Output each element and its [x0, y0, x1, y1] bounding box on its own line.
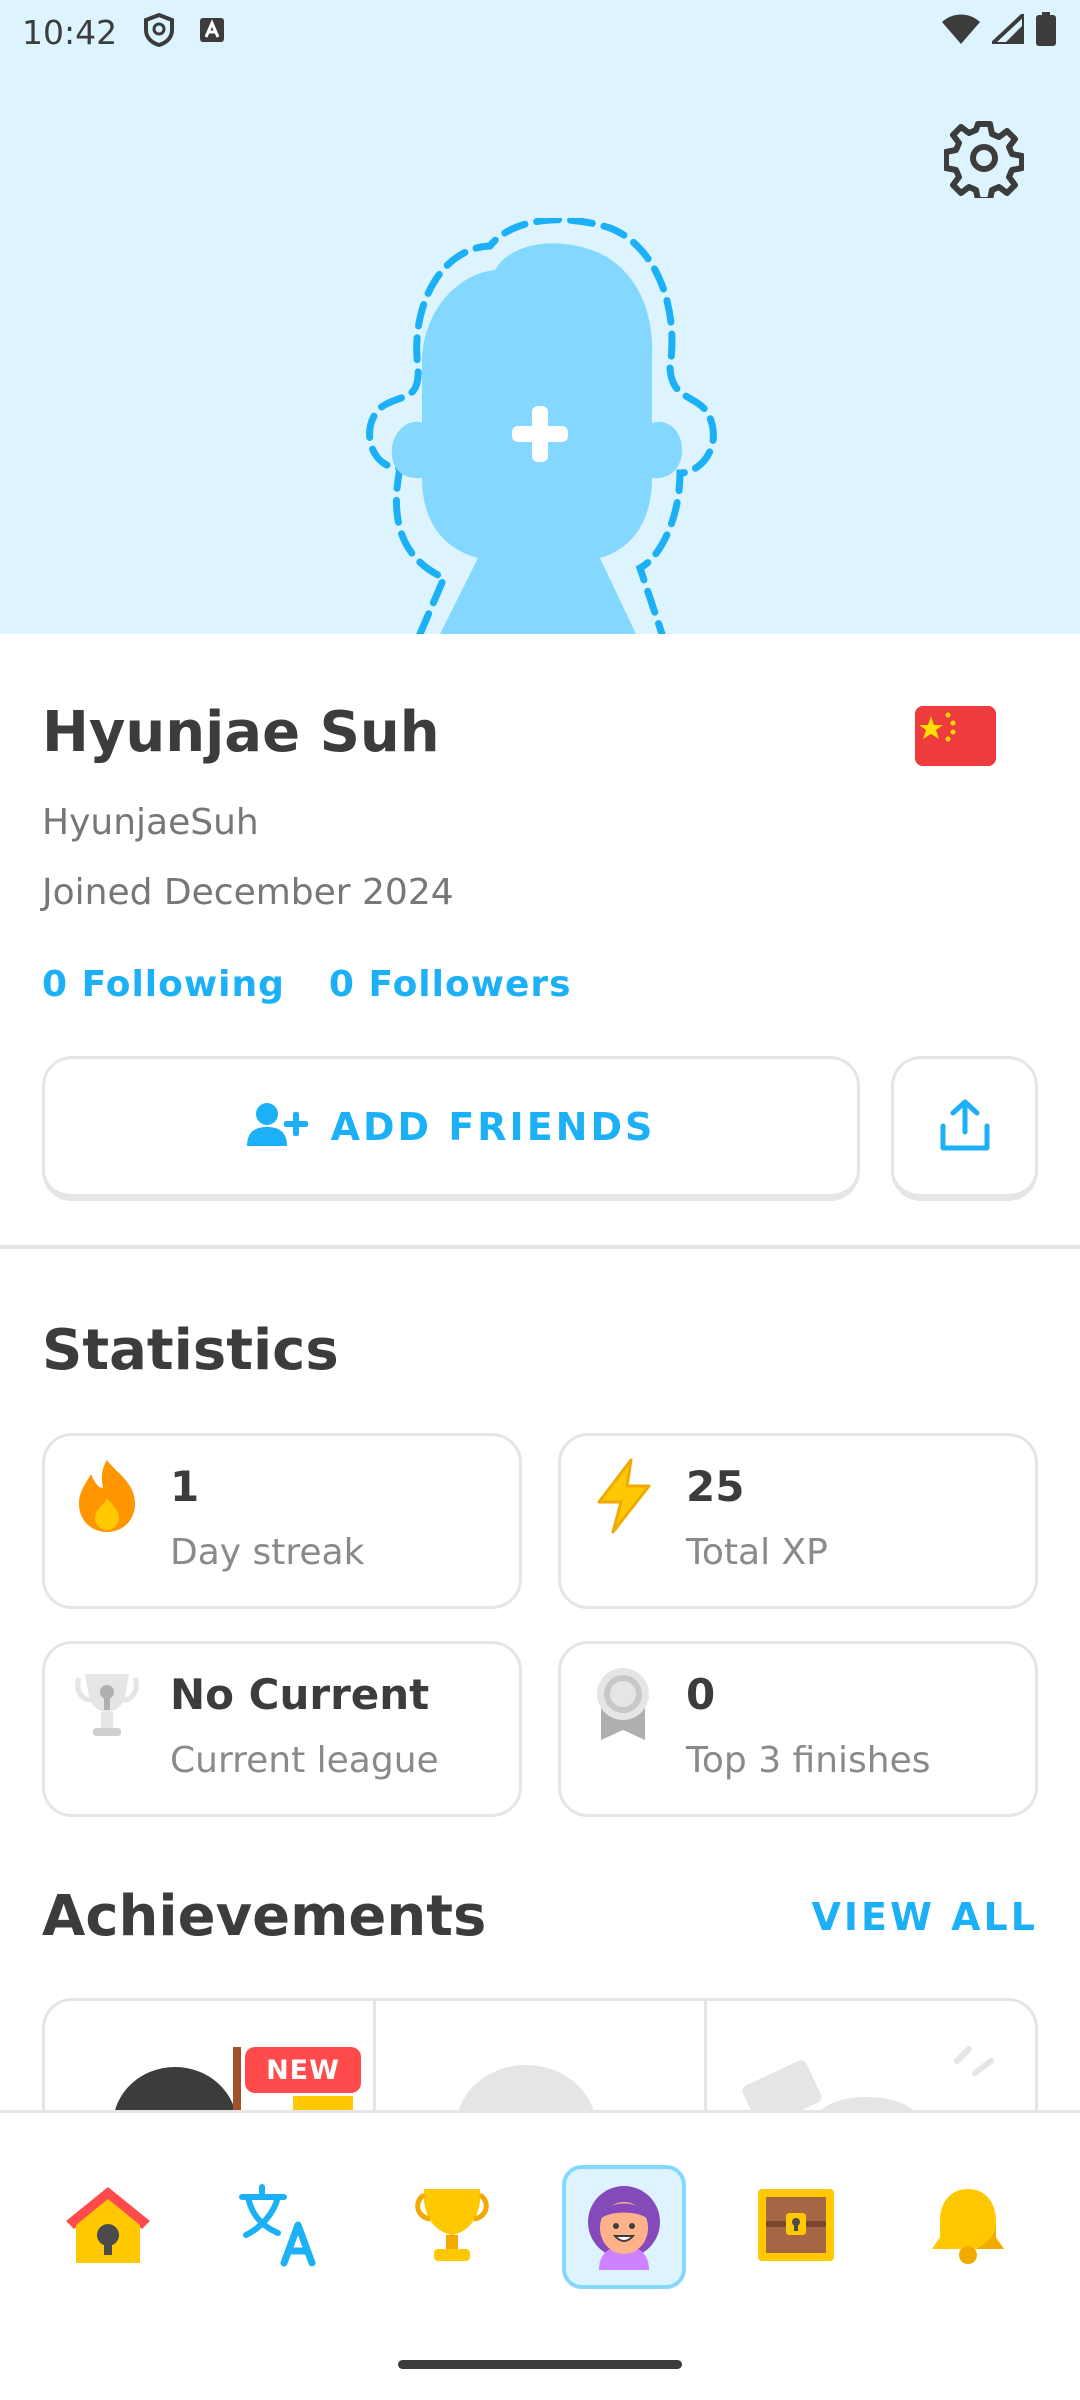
stat-card-league: No Current Current league	[42, 1641, 522, 1817]
lightning-icon	[591, 1458, 655, 1534]
language-icon	[238, 2183, 322, 2271]
status-bar: 10:42	[0, 0, 1080, 64]
stat-value: 1	[170, 1462, 200, 1511]
following-link[interactable]: 0 Following	[42, 964, 285, 1005]
achievement-card[interactable]: NEW	[45, 2001, 376, 2110]
stat-label: Day streak	[170, 1532, 365, 1573]
stat-card-xp: 25 Total XP	[558, 1433, 1038, 1609]
nav-language[interactable]	[218, 2165, 342, 2289]
chest-icon	[754, 2185, 838, 2269]
add-person-icon	[246, 1102, 309, 1152]
nav-chest[interactable]	[734, 2165, 858, 2289]
stat-value: 0	[686, 1670, 716, 1719]
nav-notifications[interactable]	[906, 2165, 1030, 2289]
achievement-card[interactable]	[707, 2001, 1035, 2110]
share-button[interactable]	[891, 1056, 1038, 1201]
stat-value: 25	[686, 1462, 745, 1511]
nav-home[interactable]	[46, 2165, 170, 2289]
fire-icon	[75, 1458, 139, 1534]
battery-icon	[1036, 12, 1056, 50]
add-avatar-icon[interactable]	[360, 216, 720, 634]
stat-label: Current league	[170, 1740, 439, 1781]
follow-stats: 0 Following 0 Followers	[42, 964, 572, 1005]
profile-icon	[579, 2180, 669, 2274]
shield-icon	[143, 12, 175, 51]
display-name: Hyunjae Suh	[42, 700, 440, 765]
stat-card-streak: 1 Day streak	[42, 1433, 522, 1609]
bottom-nav	[0, 2110, 1080, 2400]
new-badge: NEW	[245, 2047, 361, 2093]
followers-link[interactable]: 0 Followers	[329, 964, 572, 1005]
achievement-card[interactable]	[376, 2001, 707, 2110]
locked-achievement-icon	[458, 2065, 594, 2110]
medal-icon	[591, 1666, 655, 1742]
stat-label: Total XP	[686, 1532, 828, 1573]
wifi-icon	[942, 14, 980, 48]
trophy-icon	[75, 1666, 139, 1742]
cell-signal-icon	[986, 9, 1026, 48]
stat-label: Top 3 finishes	[686, 1740, 931, 1781]
leaderboard-icon	[410, 2183, 494, 2271]
home-indicator[interactable]	[398, 2360, 682, 2369]
nav-profile[interactable]	[562, 2165, 686, 2289]
section-divider	[0, 1245, 1080, 1249]
view-all-link[interactable]: VIEW ALL	[812, 1895, 1039, 1939]
home-icon	[62, 2183, 154, 2271]
stat-value: No Current	[170, 1670, 430, 1719]
a-box-icon	[199, 17, 225, 47]
nav-leaderboard[interactable]	[390, 2165, 514, 2289]
add-friends-label: ADD FRIENDS	[330, 1104, 656, 1149]
username: HyunjaeSuh	[42, 802, 259, 843]
locked-achievement-icon	[742, 2046, 994, 2110]
joined-date: Joined December 2024	[42, 872, 454, 913]
share-icon	[939, 1098, 991, 1156]
achievements-title: Achievements	[42, 1884, 487, 1949]
profile-header	[0, 0, 1080, 634]
notifications-icon	[926, 2183, 1010, 2271]
status-time: 10:42	[22, 12, 118, 52]
add-friends-button[interactable]: ADD FRIENDS	[42, 1056, 860, 1201]
statistics-title: Statistics	[42, 1318, 339, 1383]
stat-card-top3: 0 Top 3 finishes	[558, 1641, 1038, 1817]
china-flag-icon[interactable]	[915, 706, 996, 766]
achievements-strip[interactable]: NEW	[42, 1998, 1038, 2110]
gear-icon[interactable]	[943, 118, 1025, 203]
